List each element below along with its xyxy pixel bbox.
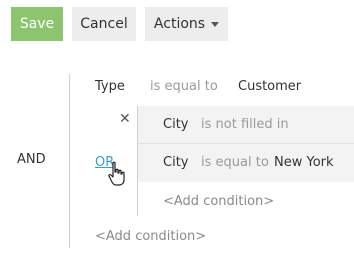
condition-operator[interactable]: is equal to: [201, 155, 274, 170]
cancel-button-label: Cancel: [80, 16, 128, 32]
add-nested-condition-link[interactable]: <Add condition>: [163, 194, 274, 209]
condition-row-type[interactable]: Type is equal to Customer: [95, 79, 301, 94]
condition-value[interactable]: Customer: [238, 79, 301, 94]
condition-field[interactable]: City: [163, 155, 201, 170]
condition-value[interactable]: New York: [274, 155, 334, 170]
nested-row-divider: [137, 143, 354, 144]
condition-field[interactable]: City: [163, 117, 201, 132]
nested-condition-row-1[interactable]: City is not filled in: [163, 117, 289, 132]
nested-group-bracket-line: [137, 106, 138, 216]
condition-field[interactable]: Type: [95, 79, 150, 94]
hand-pointer-cursor-icon: [108, 161, 125, 186]
group-bracket-line: [69, 74, 70, 248]
condition-operator[interactable]: is not filled in: [201, 117, 289, 132]
nested-condition-row-2[interactable]: City is equal to New York: [163, 155, 334, 170]
caret-down-icon: [211, 21, 220, 27]
condition-operator[interactable]: is equal to: [150, 79, 238, 94]
add-condition-link[interactable]: <Add condition>: [95, 229, 206, 244]
save-button[interactable]: Save: [11, 7, 63, 41]
save-button-label: Save: [19, 16, 55, 32]
cancel-button[interactable]: Cancel: [72, 7, 136, 41]
actions-dropdown-button[interactable]: Actions: [145, 7, 228, 41]
remove-group-close-icon[interactable]: ✕: [119, 111, 131, 127]
actions-button-label: Actions: [153, 16, 206, 32]
group-operator-and[interactable]: AND: [17, 152, 46, 167]
